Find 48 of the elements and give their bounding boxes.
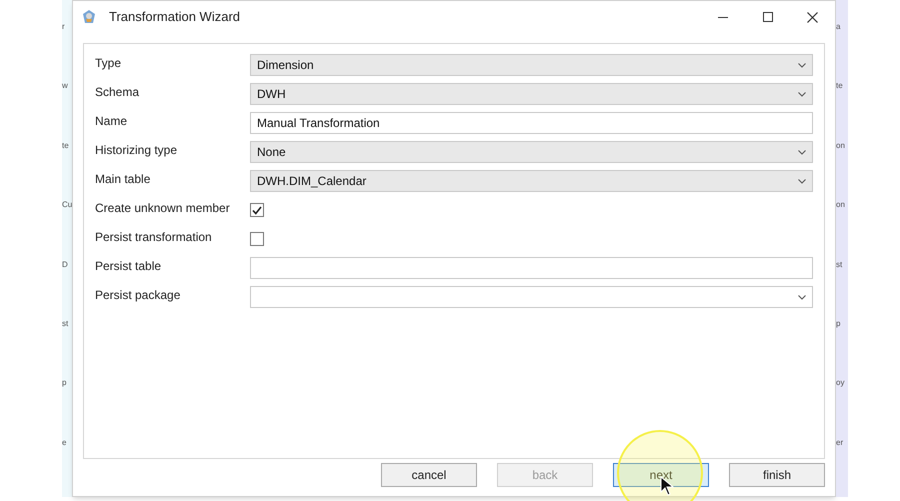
- field-label: Create unknown member: [95, 200, 231, 217]
- dialog-button[interactable]: cancel: [381, 463, 477, 487]
- background-text: te: [62, 140, 69, 151]
- chevron-down-icon: [798, 294, 806, 300]
- field-label: Name: [95, 113, 128, 130]
- background-text: p: [62, 378, 66, 388]
- field-label: Persist table: [95, 258, 162, 275]
- close-icon: [807, 12, 818, 22]
- background-text: p: [836, 318, 840, 329]
- chevron-down-icon: [798, 150, 806, 154]
- wizard-icon: [81, 9, 97, 25]
- dropdown[interactable]: [250, 286, 813, 308]
- dropdown[interactable]: Dimension: [250, 54, 813, 76]
- maximize-icon: [762, 12, 772, 22]
- field-label: Type: [95, 55, 122, 72]
- background-text: e: [62, 438, 66, 448]
- text-field[interactable]: [250, 257, 813, 279]
- dropdown[interactable]: DWH: [250, 83, 813, 105]
- background-text: a: [836, 22, 840, 32]
- background-text: Cu: [62, 200, 72, 210]
- minimize-icon: [718, 16, 728, 18]
- dialog-button[interactable]: finish: [729, 463, 825, 487]
- text-field[interactable]: Manual Transformation: [250, 112, 813, 134]
- checkbox[interactable]: [250, 232, 264, 246]
- background-text: on: [836, 140, 845, 151]
- background-text: er: [836, 438, 844, 448]
- checkmark-icon: [252, 206, 262, 214]
- field-label: Schema: [95, 84, 140, 101]
- chevron-down-icon: [798, 62, 806, 68]
- field-label: Historizing type: [95, 142, 178, 159]
- dialog-button[interactable]: next: [613, 463, 709, 487]
- background-text: on: [836, 200, 845, 210]
- field-label: Persist transformation: [95, 229, 213, 246]
- checkbox[interactable]: [250, 203, 264, 217]
- chevron-down-icon: [798, 178, 806, 184]
- field-label: Main table: [95, 171, 152, 188]
- background-text: st: [836, 260, 842, 270]
- dropdown[interactable]: None: [250, 141, 813, 163]
- background-text: D: [62, 260, 68, 270]
- background-text: oy: [836, 378, 844, 388]
- window-title: Transformation Wizard: [109, 8, 240, 26]
- background-text: st: [62, 318, 68, 329]
- background-text: w: [62, 81, 68, 92]
- chevron-down-icon: [798, 92, 806, 96]
- background-text: te: [836, 81, 843, 92]
- background-text: r: [62, 22, 65, 32]
- field-label: Persist package: [95, 287, 182, 304]
- dropdown[interactable]: DWH.DIM_Calendar: [250, 170, 813, 192]
